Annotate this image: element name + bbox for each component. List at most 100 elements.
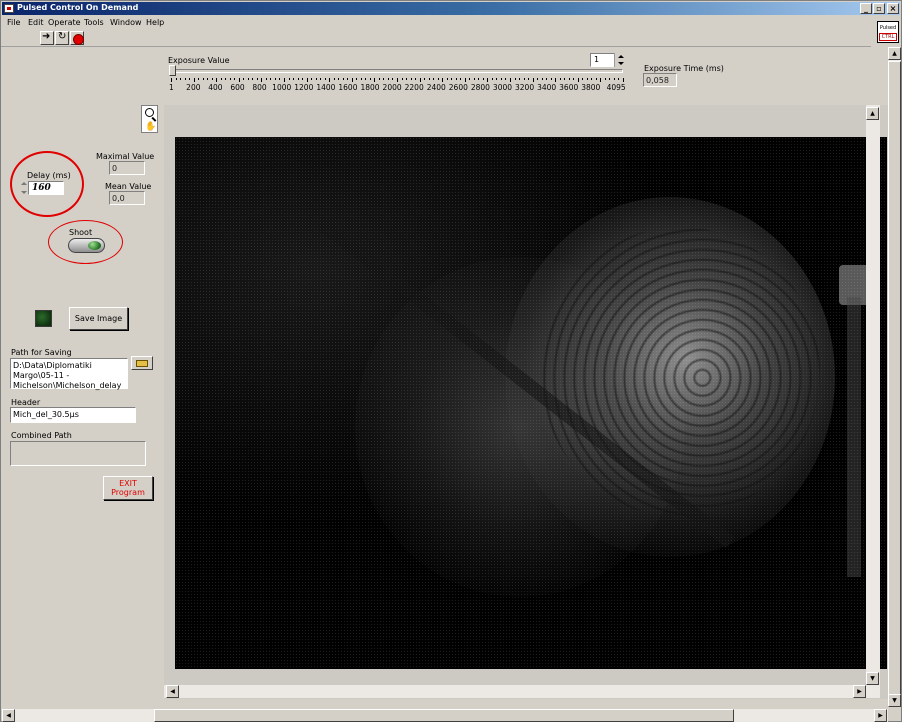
- slider-tick-label: 2800: [470, 83, 490, 92]
- slider-tick-label: 600: [230, 83, 245, 92]
- slider-tick: [410, 78, 412, 80]
- run-arrow-icon[interactable]: [40, 31, 54, 45]
- slider-tick: [623, 78, 624, 82]
- slider-tick: [577, 78, 579, 82]
- pan-hand-icon[interactable]: ✋: [145, 122, 156, 132]
- slider-tick-label: 3400: [537, 83, 557, 92]
- slider-tick: [392, 78, 394, 80]
- slider-tick: [550, 78, 552, 80]
- slider-tick: [297, 78, 299, 80]
- window-horizontal-scrollbar[interactable]: ◀ ▶: [2, 709, 888, 722]
- menu-file[interactable]: File: [7, 18, 20, 27]
- delay-label: Delay (ms): [27, 171, 71, 180]
- slider-tick: [424, 78, 426, 80]
- menu-operate[interactable]: Operate: [48, 18, 81, 27]
- browse-folder-button[interactable]: [131, 356, 153, 370]
- slider-tick: [347, 78, 349, 80]
- slider-tick: [198, 78, 200, 80]
- menu-tools[interactable]: Tools: [84, 18, 104, 27]
- shoot-button[interactable]: [68, 238, 105, 253]
- slider-tick: [541, 78, 543, 80]
- speckle-noise: [175, 137, 887, 669]
- image-horizontal-scrollbar[interactable]: ◀ ▶: [164, 685, 880, 698]
- slider-tick: [464, 78, 466, 82]
- slider-tick: [487, 78, 489, 82]
- slider-tick: [451, 78, 453, 80]
- slider-tick: [184, 78, 186, 80]
- minimize-icon[interactable]: _: [860, 3, 872, 14]
- image-scroll-left-icon[interactable]: ◀: [166, 685, 179, 698]
- toolbar: [1, 29, 871, 47]
- slider-tick: [473, 78, 475, 80]
- vertical-scroll-thumb[interactable]: [888, 61, 901, 696]
- slider-tick: [455, 78, 457, 80]
- slider-tick: [559, 78, 561, 80]
- vi-icon-line1: Pulsed: [879, 25, 897, 31]
- slider-tick: [469, 78, 471, 80]
- slider-tick: [265, 78, 267, 80]
- save-image-button[interactable]: Save Image: [69, 307, 128, 330]
- menu-window[interactable]: Window: [110, 18, 142, 27]
- slider-tick: [555, 78, 557, 82]
- slider-tick: [315, 78, 317, 80]
- run-continuously-icon[interactable]: [55, 31, 69, 45]
- exposure-slider-ticks: [171, 78, 624, 82]
- slider-tick: [189, 78, 191, 80]
- exposure-increment-arrows[interactable]: [614, 53, 626, 67]
- close-icon[interactable]: ×: [887, 3, 899, 14]
- scroll-left-icon[interactable]: ◀: [2, 709, 15, 722]
- abort-execution-icon[interactable]: [70, 31, 84, 45]
- slider-tick: [365, 78, 367, 80]
- image-scroll-up-icon[interactable]: ▲: [866, 107, 879, 120]
- slider-tick-label: 4095: [606, 83, 626, 92]
- menu-help[interactable]: Help: [146, 18, 164, 27]
- slider-tick: [573, 78, 575, 80]
- slider-tick: [369, 78, 371, 80]
- exposure-value-label: Exposure Value: [168, 56, 230, 65]
- graph-palette[interactable]: ✋: [141, 105, 158, 133]
- slider-tick-label: 3600: [559, 83, 579, 92]
- slider-tick: [356, 78, 358, 80]
- scroll-down-icon[interactable]: ▼: [888, 694, 901, 707]
- path-for-saving-field[interactable]: D:\Data\Diplomatiki Margo\05-11 - Michel…: [10, 358, 128, 390]
- slider-tick-label: 2000: [382, 83, 402, 92]
- slider-tick: [180, 78, 182, 80]
- slider-tick: [519, 78, 521, 80]
- image-scroll-down-icon[interactable]: ▼: [866, 672, 879, 685]
- slider-tick: [329, 78, 331, 82]
- slider-tick: [478, 78, 480, 80]
- menu-edit[interactable]: Edit: [28, 18, 44, 27]
- camera-image[interactable]: [175, 137, 887, 669]
- horizontal-scroll-thumb[interactable]: [154, 709, 734, 722]
- exposure-slider-track[interactable]: [171, 69, 623, 73]
- slider-tick: [211, 78, 213, 80]
- scroll-right-icon[interactable]: ▶: [874, 709, 887, 722]
- slider-tick: [261, 78, 263, 82]
- slider-tick: [609, 78, 611, 80]
- exposure-slider-knob[interactable]: [169, 65, 176, 76]
- title-bar[interactable]: Pulsed Control On Demand _ ▫ ×: [2, 2, 900, 15]
- slider-tick: [604, 78, 606, 80]
- slider-tick-label: 2400: [426, 83, 446, 92]
- slider-tick: [586, 78, 588, 80]
- delay-input[interactable]: 160: [28, 181, 64, 195]
- scroll-up-icon[interactable]: ▲: [888, 47, 901, 60]
- restore-icon[interactable]: ▫: [873, 3, 885, 14]
- slider-tick: [514, 78, 516, 80]
- header-label: Header: [11, 398, 41, 407]
- slider-tick-label: 2200: [404, 83, 424, 92]
- slider-tick: [523, 78, 525, 80]
- slider-tick: [220, 78, 222, 80]
- delay-increment-arrows[interactable]: [20, 181, 28, 195]
- header-field[interactable]: Mich_del_30.5µs: [10, 407, 136, 423]
- vi-icon: Pulsed CTRL: [877, 21, 899, 43]
- slider-tick: [618, 78, 620, 80]
- slider-tick: [338, 78, 340, 80]
- zoom-icon[interactable]: [145, 108, 154, 117]
- exit-program-button[interactable]: EXIT Program: [103, 476, 153, 500]
- slider-tick: [537, 78, 539, 80]
- window-vertical-scrollbar[interactable]: ▲ ▼: [888, 47, 901, 707]
- slider-tick: [415, 78, 417, 80]
- image-scroll-right-icon[interactable]: ▶: [853, 685, 866, 698]
- image-vertical-scrollbar[interactable]: ▲ ▼: [866, 105, 880, 687]
